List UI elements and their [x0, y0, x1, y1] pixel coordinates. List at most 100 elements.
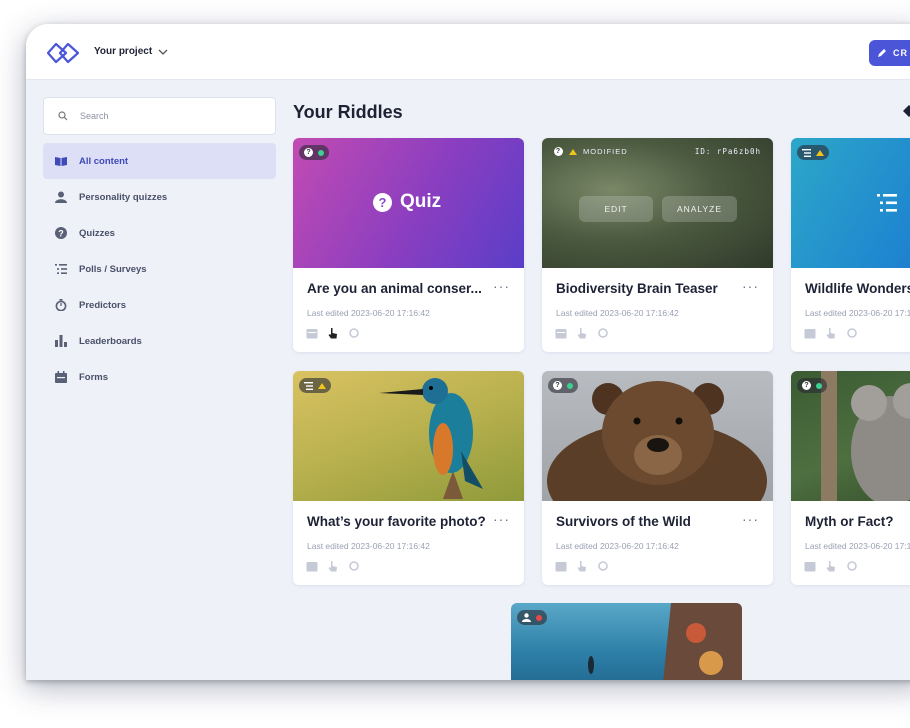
content-card[interactable]: ? ? Quiz Are you an animal conser... ···… [293, 138, 524, 352]
card-thumbnail[interactable]: ? [791, 371, 910, 501]
form-icon [55, 371, 67, 383]
thumb-label-text: Quiz [400, 191, 442, 212]
card-last-edited: Last edited 2023-06-20 17:16:42 [805, 541, 910, 551]
warning-icon [569, 148, 577, 155]
search-input[interactable]: Search [43, 97, 276, 135]
card-title[interactable]: Wildlife Wonders [805, 281, 910, 296]
refresh-icon[interactable] [597, 560, 609, 572]
card-title[interactable]: What’s your favorite photo? [307, 514, 487, 529]
warning-icon [816, 149, 824, 156]
hand-pointer-icon[interactable] [825, 327, 837, 339]
content-card[interactable]: ? Myth or Fact? Last edited 2023-06-20 1… [791, 371, 910, 585]
refresh-icon[interactable] [846, 327, 858, 339]
list-icon [304, 381, 313, 390]
sidebar-item-label: Forms [79, 371, 109, 383]
status-badge [299, 378, 331, 393]
card-title[interactable]: Survivors of the Wild [556, 514, 736, 529]
content-card[interactable]: ? MODIFIED ID: rPa6zb0h EDIT ANALYZE Bio… [542, 138, 773, 352]
card-title[interactable]: Biodiversity Brain Teaser [556, 281, 736, 296]
refresh-icon[interactable] [348, 327, 360, 339]
card-icons [555, 560, 609, 572]
card-icons [306, 327, 360, 339]
chevron-down-icon [158, 49, 168, 55]
sidebar-item-predictors[interactable]: Predictors [43, 287, 276, 323]
status-badge [797, 145, 829, 160]
status-badge: ? MODIFIED [554, 147, 628, 156]
content-card[interactable] [511, 603, 742, 680]
refresh-icon[interactable] [846, 560, 858, 572]
card-last-edited: Last edited 2023-06-20 17:16:42 [805, 308, 910, 318]
calendar-icon[interactable] [306, 560, 318, 572]
app-window: Your project CR Search All content Perso… [26, 24, 910, 680]
status-badge: ? [548, 378, 578, 393]
refresh-icon[interactable] [597, 327, 609, 339]
project-switcher[interactable]: Your project [94, 46, 168, 57]
quiz-type-icon: ? [553, 381, 562, 390]
card-thumbnail[interactable] [511, 603, 742, 680]
hand-pointer-icon[interactable] [576, 327, 588, 339]
card-thumbnail[interactable] [791, 138, 910, 268]
sidebar-item-label: Polls / Surveys [79, 263, 147, 275]
question-circle-icon: ? [373, 192, 392, 212]
card-last-edited: Last edited 2023-06-20 17:16:42 [556, 541, 679, 551]
sort-icon[interactable] [902, 104, 910, 118]
card-title[interactable]: Are you an animal conser... [307, 281, 487, 296]
hand-pointer-icon[interactable] [327, 327, 339, 339]
sidebar-item-polls-surveys[interactable]: Polls / Surveys [43, 251, 276, 287]
sidebar-item-personality-quizzes[interactable]: Personality quizzes [43, 179, 276, 215]
card-thumbnail[interactable] [293, 371, 524, 501]
card-thumbnail[interactable]: ? [542, 371, 773, 501]
quiz-type-icon: ? [304, 148, 313, 157]
content-card[interactable]: ? Survivors of the Wild ··· Last edited … [542, 371, 773, 585]
quiz-type-icon: ? [802, 381, 811, 390]
more-menu-icon[interactable]: ··· [493, 278, 510, 294]
calendar-icon[interactable] [804, 327, 816, 339]
create-label: CR [893, 48, 908, 58]
hand-pointer-icon[interactable] [327, 560, 339, 572]
card-thumbnail[interactable]: ? ? Quiz [293, 138, 524, 268]
calendar-icon[interactable] [306, 327, 318, 339]
card-icons [804, 327, 858, 339]
content-card[interactable]: What’s your favorite photo? ··· Last edi… [293, 371, 524, 585]
sidebar-item-label: Personality quizzes [79, 191, 168, 203]
more-menu-icon[interactable]: ··· [493, 511, 510, 527]
content-card[interactable]: Wildlife Wonders Last edited 2023-06-20 … [791, 138, 910, 352]
book-icon [55, 157, 67, 166]
person-icon [55, 191, 67, 203]
sidebar-item-label: All content [79, 155, 129, 167]
stopwatch-icon [55, 299, 67, 311]
question-circle-icon: ? [55, 227, 67, 239]
more-menu-icon[interactable]: ··· [742, 511, 759, 527]
calendar-icon[interactable] [555, 327, 567, 339]
card-last-edited: Last edited 2023-06-20 17:16:42 [556, 308, 679, 318]
brand-logo-icon[interactable] [44, 40, 82, 66]
status-dot [567, 382, 573, 389]
card-icons [306, 560, 360, 572]
card-title[interactable]: Myth or Fact? [805, 514, 910, 529]
refresh-icon[interactable] [348, 560, 360, 572]
more-menu-icon[interactable]: ··· [742, 278, 759, 294]
quiz-type-icon: ? [554, 147, 563, 156]
calendar-icon[interactable] [804, 560, 816, 572]
edit-button[interactable]: EDIT [579, 196, 653, 222]
analyze-button[interactable]: ANALYZE [662, 196, 737, 222]
sidebar-item-label: Quizzes [79, 227, 115, 239]
modified-label: MODIFIED [583, 147, 628, 156]
sidebar-item-quizzes[interactable]: ? Quizzes [43, 215, 276, 251]
card-thumbnail[interactable]: ? MODIFIED ID: rPa6zb0h EDIT ANALYZE [542, 138, 773, 268]
status-dot [816, 382, 822, 389]
svg-text:?: ? [58, 229, 64, 239]
sidebar-item-all-content[interactable]: All content [43, 143, 276, 179]
status-badge: ? [299, 145, 329, 160]
hand-pointer-icon[interactable] [576, 560, 588, 572]
card-icons [804, 560, 858, 572]
pencil-icon [878, 49, 886, 57]
create-button[interactable]: CR [869, 40, 910, 66]
list-icon [877, 194, 897, 212]
sidebar-item-forms[interactable]: Forms [43, 359, 276, 395]
hand-pointer-icon[interactable] [825, 560, 837, 572]
calendar-icon[interactable] [555, 560, 567, 572]
search-icon [58, 111, 68, 121]
sidebar-item-leaderboards[interactable]: Leaderboards [43, 323, 276, 359]
project-label: Your project [94, 46, 153, 57]
